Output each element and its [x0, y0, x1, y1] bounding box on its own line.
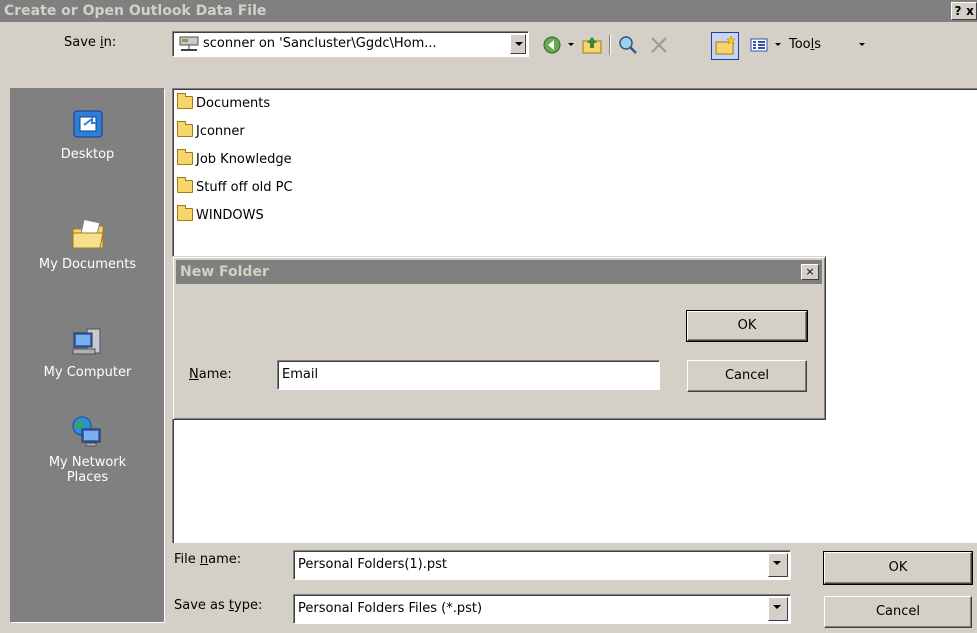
place-network[interactable]: My Network Places [11, 415, 164, 485]
desktop-icon [73, 110, 102, 138]
new-folder-title: New Folder [180, 264, 269, 280]
list-item[interactable]: Job Knowledge [177, 149, 292, 169]
my-documents-icon [72, 218, 104, 249]
folder-icon [177, 177, 193, 193]
dialog-title: Create or Open Outlook Data File [4, 3, 267, 19]
list-item[interactable]: Documents [177, 93, 270, 113]
save-as-type-dropdown-button[interactable] [768, 597, 788, 621]
new-folder-name-input[interactable]: Email [277, 360, 660, 390]
network-icon [72, 416, 100, 447]
save-in-label: Save in: [64, 35, 117, 50]
save-in-value: sconner on 'Sancluster\Ggdc\Hom... [203, 36, 437, 51]
place-my-documents[interactable]: My Documents [11, 217, 164, 272]
list-item[interactable]: Stuff off old PC [177, 177, 293, 197]
save-as-type-value: Personal Folders Files (*.pst) [298, 601, 483, 616]
network-drive-icon [179, 36, 199, 51]
file-name-combo[interactable]: Personal Folders(1).pst [293, 550, 791, 580]
new-folder-cancel-button[interactable]: Cancel [687, 360, 807, 392]
save-as-type-combo[interactable]: Personal Folders Files (*.pst) [293, 594, 791, 624]
toolbar-separator [609, 35, 611, 55]
title-buttons: ? x [951, 2, 977, 20]
views-icon[interactable] [748, 33, 770, 57]
dialog-titlebar[interactable]: Create or Open Outlook Data File ? x [0, 0, 977, 22]
folder-icon [177, 121, 193, 137]
new-folder-ok-button[interactable]: OK [686, 310, 808, 342]
new-folder-name-label: Name: [189, 367, 232, 382]
new-folder-button[interactable] [711, 32, 739, 60]
list-item[interactable]: Jconner [177, 121, 245, 141]
new-folder-dialog: New Folder × OK Cancel Name: Email [172, 256, 826, 420]
save-as-type-label: Save as type: [174, 598, 263, 613]
place-my-computer[interactable]: My Computer [11, 325, 164, 380]
help-button[interactable]: ? [952, 3, 964, 19]
folder-icon [177, 205, 193, 221]
save-in-combo[interactable]: sconner on 'Sancluster\Ggdc\Hom... [172, 31, 529, 57]
tools-menu[interactable]: Tools [789, 37, 821, 52]
folder-icon [177, 93, 193, 109]
up-folder-icon[interactable] [581, 33, 603, 57]
new-folder-close-button[interactable]: × [801, 264, 819, 280]
place-desktop[interactable]: Desktop [11, 107, 164, 162]
back-dropdown-icon[interactable] [568, 43, 574, 46]
new-folder-titlebar[interactable]: New Folder × [176, 260, 822, 284]
close-button[interactable]: x [964, 3, 976, 19]
views-dropdown-icon[interactable] [775, 43, 781, 46]
file-name-label: File name: [174, 552, 242, 567]
file-name-dropdown-button[interactable] [768, 553, 788, 577]
list-item[interactable]: WINDOWS [177, 205, 264, 225]
new-folder-icon [715, 35, 736, 55]
folder-icon [177, 149, 193, 165]
save-in-dropdown-button[interactable] [510, 34, 526, 54]
my-computer-icon [72, 328, 100, 355]
ok-button[interactable]: OK [823, 551, 973, 585]
back-icon[interactable] [541, 33, 563, 57]
delete-icon[interactable] [648, 33, 670, 57]
file-name-value: Personal Folders(1).pst [298, 557, 448, 572]
tools-dropdown-icon[interactable] [859, 43, 865, 46]
places-bar: Desktop My Documents My Computer My Netw… [10, 88, 165, 623]
cancel-button[interactable]: Cancel [824, 596, 972, 628]
search-web-icon[interactable] [617, 33, 639, 57]
